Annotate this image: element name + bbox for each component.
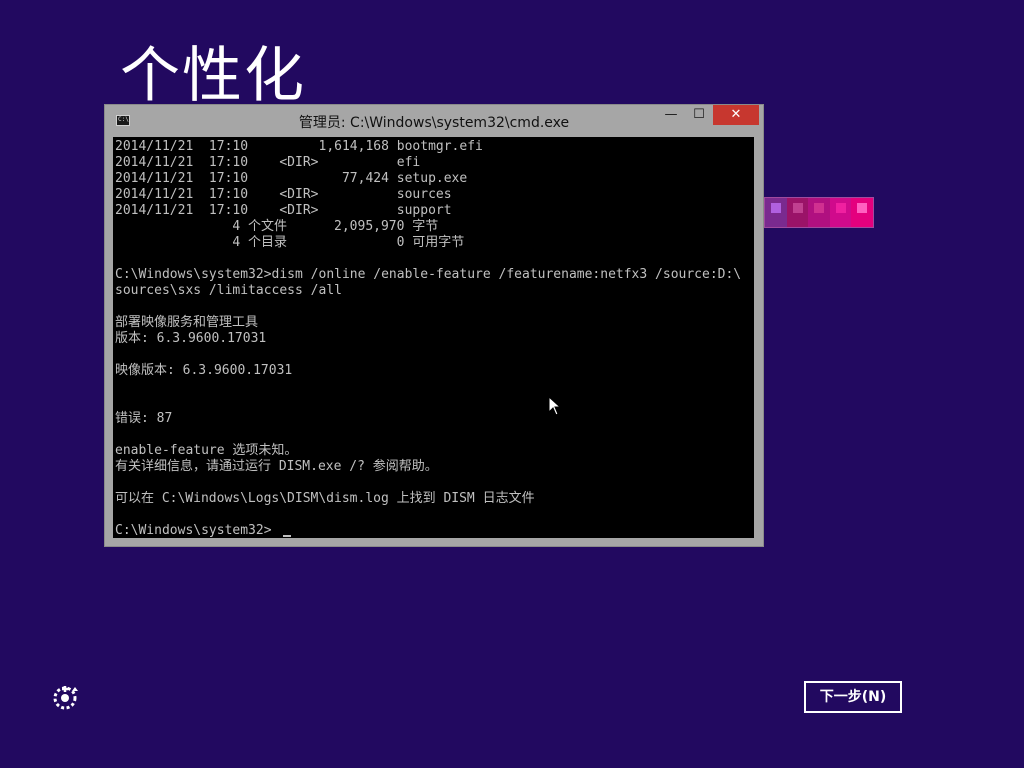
console-line: 可以在 C:\Windows\Logs\DISM\dism.log 上找到 DI… <box>115 491 535 506</box>
console-line: 部署映像服务和管理工具 <box>115 315 259 330</box>
console-line: C:\Windows\system32>dism /online /enable… <box>115 267 742 282</box>
next-button[interactable]: 下一步(N) <box>804 681 902 713</box>
color-swatch <box>786 198 809 227</box>
color-swatch <box>829 198 852 227</box>
console-line: 2014/11/21 17:10 <DIR> sources <box>115 187 452 202</box>
maximize-button[interactable]: ☐ <box>685 105 713 125</box>
minimize-button[interactable]: — <box>657 105 685 125</box>
console-line: 错误: 87 <box>115 411 173 426</box>
console-line: 版本: 6.3.9600.17031 <box>115 331 267 346</box>
console-line: 有关详细信息，请通过运行 DISM.exe /? 参阅帮助。 <box>115 459 438 474</box>
swatch-dot <box>857 203 868 213</box>
console-line: 2014/11/21 17:10 <DIR> efi <box>115 155 421 170</box>
console-line: 4 个文件 2,095,970 字节 <box>115 219 439 234</box>
console-line: enable-feature 选项未知。 <box>115 443 298 458</box>
text-caret <box>283 535 291 537</box>
console-line: 2014/11/21 17:10 <DIR> support <box>115 203 452 218</box>
color-swatch <box>808 198 830 227</box>
mouse-pointer-icon <box>548 396 562 416</box>
console-line: 2014/11/21 17:10 77,424 setup.exe <box>115 171 468 186</box>
console-line: C:\Windows\system32> <box>115 523 272 538</box>
cmd-window[interactable]: C:\ 管理员: C:\Windows\system32\cmd.exe — ☐… <box>104 104 764 547</box>
repair-computer-icon[interactable] <box>52 683 80 711</box>
console-output[interactable]: 2014/11/21 17:10 1,614,168 bootmgr.efi 20… <box>113 137 754 538</box>
console-line: 4 个目录 0 可用字节 <box>115 235 465 250</box>
window-titlebar[interactable]: C:\ 管理员: C:\Windows\system32\cmd.exe — ☐… <box>105 105 763 137</box>
console-line: 2014/11/21 17:10 1,614,168 bootmgr.efi <box>115 139 483 154</box>
swatch-dot <box>792 203 803 213</box>
console-line: 映像版本: 6.3.9600.17031 <box>115 363 293 378</box>
close-button[interactable]: ✕ <box>713 105 759 125</box>
color-swatch <box>765 198 787 227</box>
swatch-dot <box>771 203 781 213</box>
swatch-dot <box>835 203 846 213</box>
color-swatch <box>851 198 873 227</box>
console-line: sources\sxs /limitaccess /all <box>115 283 342 298</box>
color-swatches <box>764 197 874 228</box>
swatch-dot <box>814 203 825 213</box>
